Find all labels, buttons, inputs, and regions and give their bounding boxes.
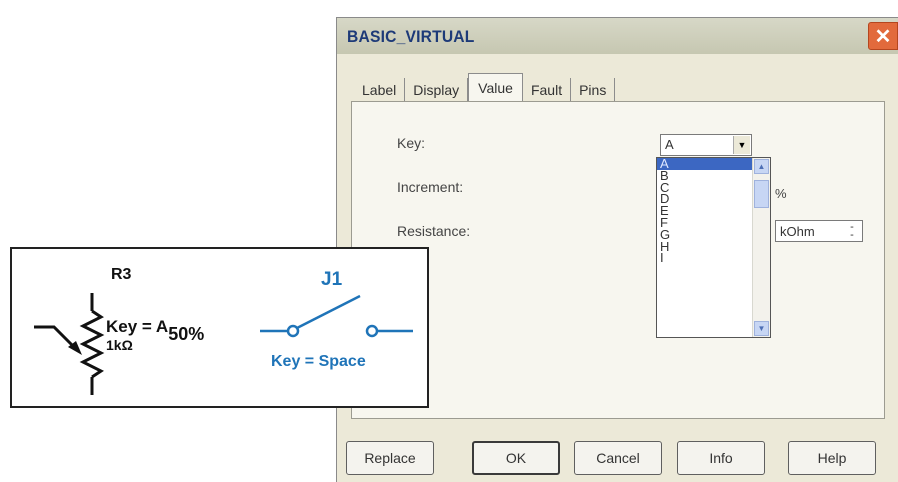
potentiometer-symbol <box>34 293 105 395</box>
resistance-unit: kOhm <box>780 224 815 239</box>
list-item[interactable]: G <box>657 228 752 241</box>
key-options-list[interactable]: A B C D E F G H I ▲ ▼ <box>656 157 771 338</box>
tab-fault[interactable]: Fault <box>523 78 572 102</box>
resistor-key-label: Key = A50% <box>106 317 205 344</box>
tab-value[interactable]: Value <box>468 73 523 102</box>
tab-label[interactable]: Label <box>354 78 406 102</box>
dialog-title: BASIC_VIRTUAL <box>347 27 475 46</box>
list-scrollbar[interactable]: ▲ ▼ <box>752 158 770 337</box>
key-dropdown[interactable]: A ▼ <box>660 134 752 156</box>
resistance-unit-spinner[interactable]: kOhm -- <box>775 220 863 242</box>
tab-bar: Label Display Value Fault Pins <box>354 72 616 102</box>
tab-display[interactable]: Display <box>405 78 469 102</box>
chevron-down-icon[interactable]: ▼ <box>733 136 750 154</box>
info-button[interactable]: Info <box>677 441 765 475</box>
tab-pins[interactable]: Pins <box>571 78 616 102</box>
scrollbar-thumb[interactable] <box>754 180 769 208</box>
replace-button[interactable]: Replace <box>346 441 434 475</box>
list-item[interactable]: I <box>657 251 752 264</box>
ok-button[interactable]: OK <box>472 441 560 475</box>
value-tab-panel <box>351 101 885 419</box>
list-item[interactable]: E <box>657 204 752 217</box>
list-item[interactable]: F <box>657 216 752 229</box>
dialog-titlebar[interactable]: BASIC_VIRTUAL ✕ <box>337 18 898 54</box>
switch-key-label: Key = Space <box>271 353 366 370</box>
resistance-label: Resistance: <box>397 223 471 239</box>
help-button[interactable]: Help <box>788 441 876 475</box>
list-item[interactable]: A <box>657 158 752 170</box>
list-item[interactable]: C <box>657 181 752 194</box>
close-icon[interactable]: ✕ <box>868 22 898 50</box>
scroll-up-icon[interactable]: ▲ <box>754 159 769 174</box>
switch-ref-label: J1 <box>321 269 343 290</box>
increment-label: Increment: <box>397 179 464 195</box>
schematic-drawing <box>34 293 413 395</box>
schematic-preview: R3 Key = A50% 1kΩ J1 Key = Space <box>10 247 429 408</box>
spinner-arrows-icon[interactable]: -- <box>844 222 860 241</box>
key-dropdown-value: A <box>665 137 674 152</box>
resistor-ref-label: R3 <box>111 266 132 283</box>
key-label: Key: <box>397 135 426 151</box>
increment-unit: % <box>775 186 787 201</box>
switch-symbol <box>260 294 413 338</box>
resistor-value-label: 1kΩ <box>106 337 133 353</box>
list-item[interactable]: D <box>657 193 752 206</box>
cancel-button[interactable]: Cancel <box>574 441 662 475</box>
scroll-down-icon[interactable]: ▼ <box>754 321 769 336</box>
list-item[interactable]: H <box>657 240 752 253</box>
list-item[interactable]: B <box>657 169 752 182</box>
